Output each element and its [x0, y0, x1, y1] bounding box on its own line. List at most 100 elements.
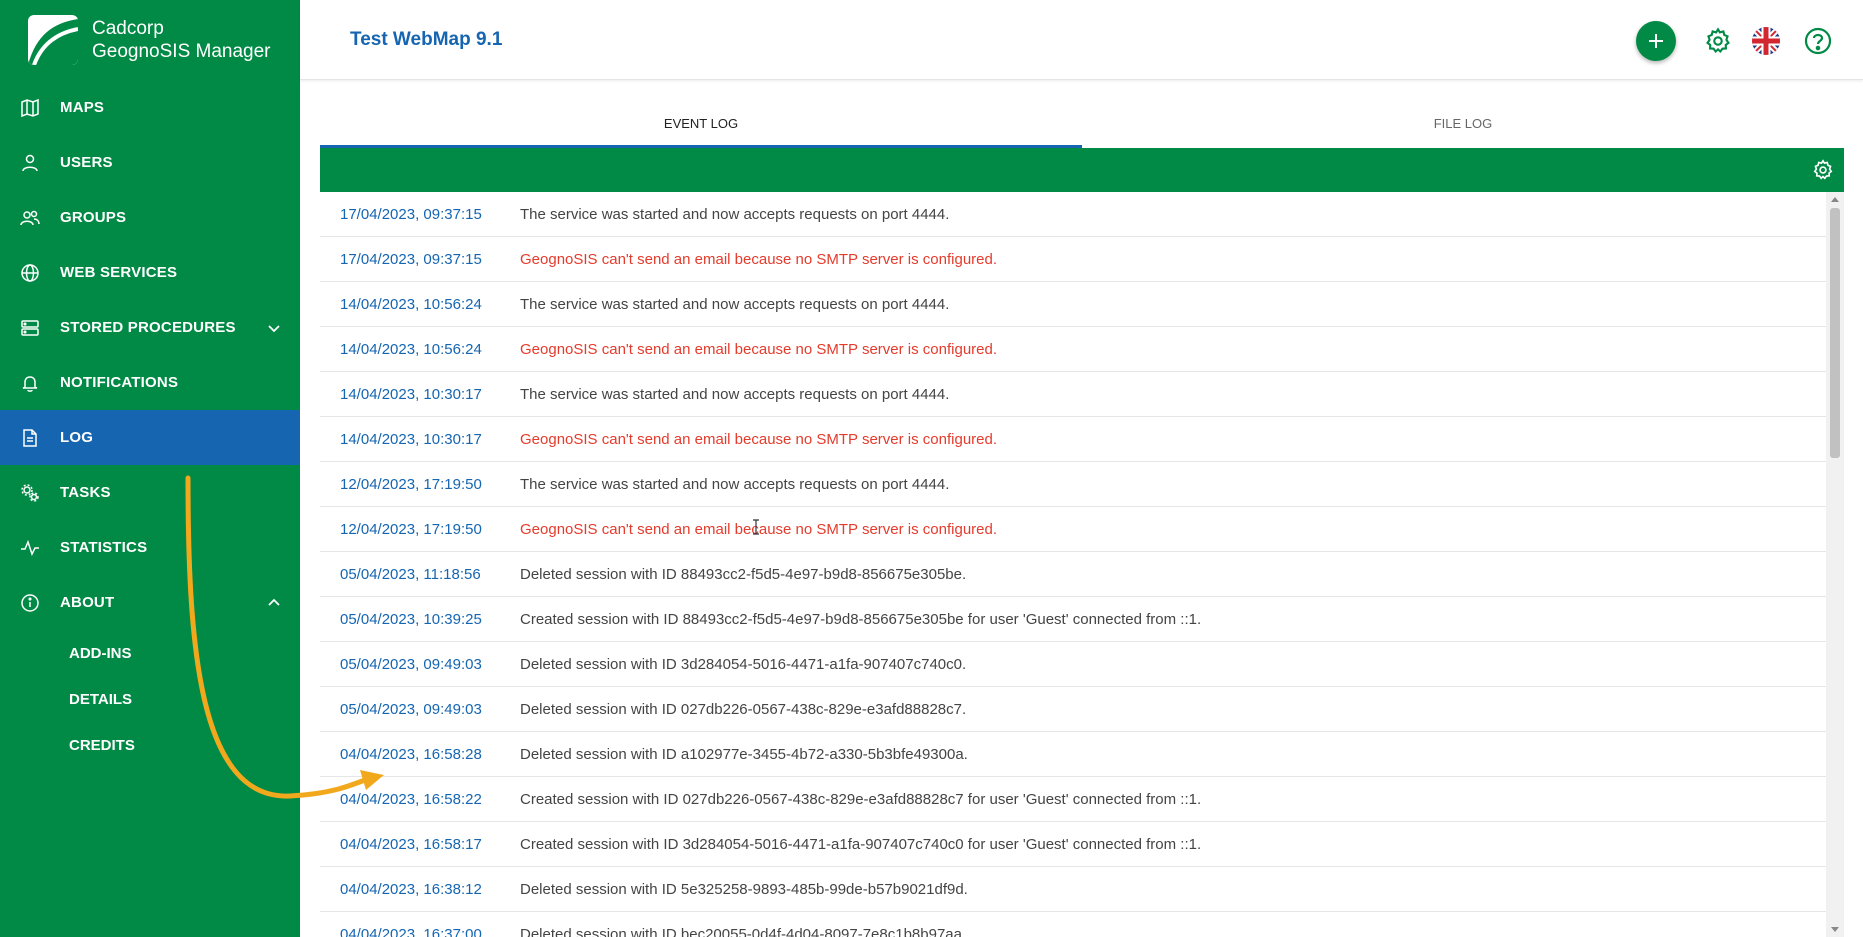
log-timestamp: 05/04/2023, 09:49:03	[340, 700, 482, 718]
scroll-thumb[interactable]	[1830, 208, 1840, 458]
log-timestamp: 17/04/2023, 09:37:15	[340, 250, 482, 268]
uk-flag-icon	[1752, 27, 1780, 55]
chevron-up-icon[interactable]	[266, 595, 282, 611]
globe-icon	[20, 263, 40, 283]
log-row[interactable]: 04/04/2023, 16:38:12 Deleted session with…	[320, 867, 1826, 912]
top-bar: Test WebMap 9.1	[300, 0, 1863, 80]
sidebar-item-label: STORED PROCEDURES	[60, 319, 236, 336]
log-message: The service was started and now accepts …	[520, 475, 950, 493]
sidebar-item-maps[interactable]: MAPS	[0, 80, 300, 135]
log-message: GeognoSIS can't send an email because no…	[520, 430, 998, 448]
log-row[interactable]: 17/04/2023, 09:37:15 GeognoSIS can't send…	[320, 237, 1826, 282]
brand-line2: GeognoSIS Manager	[92, 41, 271, 62]
log-row[interactable]: 05/04/2023, 11:18:56 Deleted session with…	[320, 552, 1826, 597]
info-icon	[20, 593, 40, 613]
sidebar-item-tasks[interactable]: TASKS	[0, 465, 300, 520]
log-timestamp: 12/04/2023, 17:19:50	[340, 520, 482, 538]
log-message: Deleted session with ID 5e325258-9893-48…	[520, 880, 968, 898]
tab-event-log[interactable]: EVENT LOG	[320, 104, 1082, 148]
log-row[interactable]: 14/04/2023, 10:56:24 The service was star…	[320, 282, 1826, 327]
brand[interactable]: Cadcorp GeognoSIS Manager	[0, 0, 300, 80]
log-timestamp: 14/04/2023, 10:30:17	[340, 430, 482, 448]
sidebar-item-web-services[interactable]: WEB SERVICES	[0, 245, 300, 300]
page-title: Test WebMap 9.1	[350, 29, 503, 50]
log-timestamp: 04/04/2023, 16:58:22	[340, 790, 482, 808]
log-timestamp: 14/04/2023, 10:30:17	[340, 385, 482, 403]
sidebar-item-label: ABOUT	[60, 594, 115, 611]
log-message: GeognoSIS can't send an email because no…	[520, 250, 998, 268]
log-message: Deleted session with ID 027db226-0567-43…	[520, 700, 967, 718]
cadcorp-logo	[28, 15, 78, 65]
sidebar-item-about[interactable]: ABOUT	[0, 575, 300, 630]
log-settings-button[interactable]	[1812, 159, 1834, 181]
sidebar-item-label: LOG	[60, 429, 94, 446]
user-icon	[20, 153, 40, 173]
pulse-icon	[20, 538, 40, 558]
sidebar-item-add-ins[interactable]: ADD-INS	[0, 630, 300, 676]
log-row[interactable]: 05/04/2023, 10:39:25 Created session with…	[320, 597, 1826, 642]
event-log-list[interactable]: 17/04/2023, 09:37:15 The service was star…	[320, 192, 1826, 937]
sidebar-item-groups[interactable]: GROUPS	[0, 190, 300, 245]
log-row[interactable]: 17/04/2023, 09:37:15 The service was star…	[320, 192, 1826, 237]
add-button[interactable]	[1636, 21, 1676, 61]
log-row[interactable]: 05/04/2023, 09:49:03 Deleted session with…	[320, 642, 1826, 687]
gear-icon	[1706, 27, 1730, 54]
log-message: Deleted session with ID a102977e-3455-4b…	[520, 745, 968, 763]
language-button[interactable]	[1746, 21, 1786, 61]
app-window: Cadcorp GeognoSIS Manager MAPS USERS GRO…	[0, 0, 1863, 937]
chevron-down-icon[interactable]	[266, 320, 282, 336]
text-cursor-icon	[753, 519, 759, 535]
sidebar-item-details[interactable]: DETAILS	[0, 676, 300, 722]
brand-line1: Cadcorp	[92, 18, 164, 39]
sidebar-item-users[interactable]: USERS	[0, 135, 300, 190]
sidebar-item-label: NOTIFICATIONS	[60, 374, 179, 391]
log-message: Deleted session with ID bec20055-0d4f-4d…	[520, 925, 967, 937]
log-timestamp: 05/04/2023, 10:39:25	[340, 610, 482, 628]
log-row[interactable]: 14/04/2023, 10:30:17 The service was star…	[320, 372, 1826, 417]
log-row[interactable]: 04/04/2023, 16:58:17 Created session with…	[320, 822, 1826, 867]
tab-file-log[interactable]: FILE LOG	[1082, 104, 1844, 148]
log-row[interactable]: 14/04/2023, 10:30:17 GeognoSIS can't send…	[320, 417, 1826, 462]
help-button[interactable]	[1798, 21, 1838, 61]
log-toolbar	[320, 148, 1844, 192]
log-timestamp: 04/04/2023, 16:38:12	[340, 880, 482, 898]
log-timestamp: 05/04/2023, 09:49:03	[340, 655, 482, 673]
sidebar-item-stored-procedures[interactable]: STORED PROCEDURES	[0, 300, 300, 355]
log-message: The service was started and now accepts …	[520, 385, 950, 403]
log-row[interactable]: 05/04/2023, 09:49:03 Deleted session with…	[320, 687, 1826, 732]
group-icon	[20, 208, 40, 228]
log-timestamp: 05/04/2023, 11:18:56	[340, 565, 481, 583]
sidebar-item-label: USERS	[60, 154, 113, 171]
brand-name: Cadcorp GeognoSIS Manager	[92, 17, 271, 63]
gear-icon	[1813, 159, 1833, 180]
sidebar-item-label: STATISTICS	[60, 539, 148, 556]
sidebar-item-credits[interactable]: CREDITS	[0, 722, 300, 768]
log-row[interactable]: 04/04/2023, 16:58:28 Deleted session with…	[320, 732, 1826, 777]
log-scrollbar[interactable]	[1826, 192, 1844, 937]
log-row[interactable]: 04/04/2023, 16:58:22 Created session with…	[320, 777, 1826, 822]
log-timestamp: 14/04/2023, 10:56:24	[340, 340, 482, 358]
sidebar-item-statistics[interactable]: STATISTICS	[0, 520, 300, 575]
log-row[interactable]: 12/04/2023, 17:19:50 GeognoSIS can't send…	[320, 507, 1826, 552]
log-message: The service was started and now accepts …	[520, 295, 950, 313]
log-row[interactable]: 04/04/2023, 16:37:00 Deleted session with…	[320, 912, 1826, 937]
scroll-down-arrow-icon[interactable]	[1831, 927, 1839, 932]
scroll-up-arrow-icon[interactable]	[1831, 197, 1839, 202]
log-row[interactable]: 14/04/2023, 10:56:24 GeognoSIS can't send…	[320, 327, 1826, 372]
log-timestamp: 04/04/2023, 16:58:17	[340, 835, 482, 853]
log-message: Deleted session with ID 88493cc2-f5d5-4e…	[520, 565, 967, 583]
log-timestamp: 12/04/2023, 17:19:50	[340, 475, 482, 493]
settings-button[interactable]	[1698, 21, 1738, 61]
log-row[interactable]: 12/04/2023, 17:19:50 The service was star…	[320, 462, 1826, 507]
log-timestamp: 14/04/2023, 10:56:24	[340, 295, 482, 313]
log-tabs: EVENT LOG FILE LOG	[320, 104, 1844, 148]
log-timestamp: 04/04/2023, 16:37:00	[340, 925, 482, 937]
gears-icon	[20, 483, 40, 503]
sidebar-item-notifications[interactable]: NOTIFICATIONS	[0, 355, 300, 410]
log-message: GeognoSIS can't send an email because no…	[520, 340, 998, 358]
log-message: Created session with ID 3d284054-5016-44…	[520, 835, 1202, 853]
plus-icon	[1649, 34, 1663, 48]
log-message: The service was started and now accepts …	[520, 205, 950, 223]
sidebar-item-label: GROUPS	[60, 209, 127, 226]
sidebar-item-log[interactable]: LOG	[0, 410, 300, 465]
